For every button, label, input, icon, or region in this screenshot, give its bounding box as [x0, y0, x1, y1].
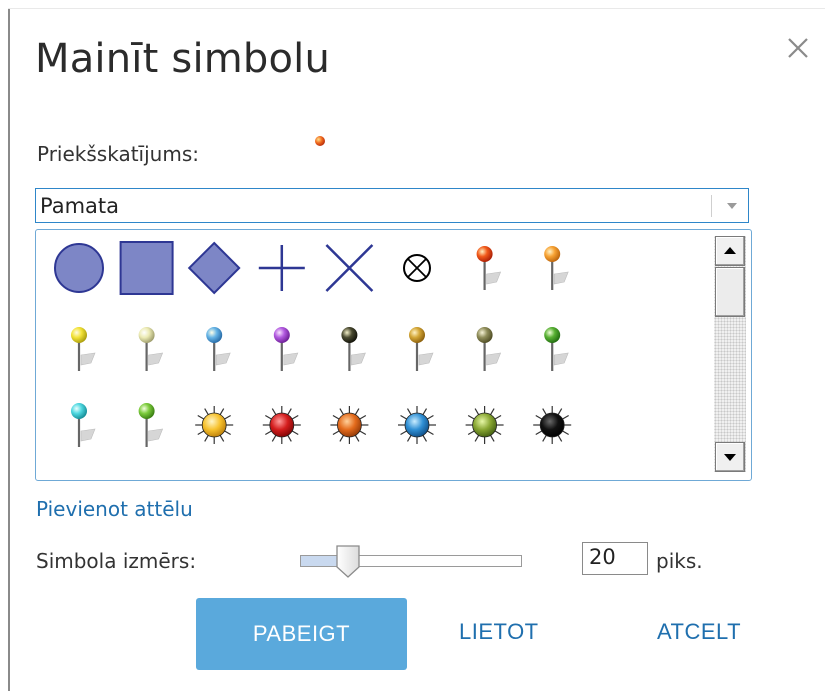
finish-button[interactable]: PABEIGT	[196, 598, 407, 670]
chevron-down-icon[interactable]	[724, 200, 740, 212]
size-unit-label: piks.	[656, 549, 703, 573]
symbol-category-select[interactable]: Pamata	[35, 188, 749, 223]
apply-button[interactable]: LIETOT	[459, 619, 539, 645]
add-image-link[interactable]: Pievienot attēlu	[36, 497, 193, 521]
change-symbol-dialog: Mainīt simbolu Priekšskatījums: Pamata P…	[0, 0, 825, 691]
symbol-size-input[interactable]: 20	[582, 542, 648, 575]
square-symbol[interactable]	[119, 241, 174, 295]
dialog-left-border	[8, 8, 10, 691]
triangle-up-icon	[724, 247, 736, 254]
scroll-up-button[interactable]	[715, 236, 745, 266]
select-divider	[711, 195, 712, 217]
preview-symbol-icon	[315, 136, 325, 146]
slider-handle[interactable]	[334, 544, 362, 579]
dialog-title: Mainīt simbolu	[35, 36, 331, 82]
symbol-size-label: Simbola izmērs:	[36, 549, 197, 573]
preview-label: Priekšskatījums:	[37, 142, 199, 166]
scroll-down-button[interactable]	[715, 442, 745, 472]
triangle-down-icon	[724, 454, 736, 461]
cancel-button[interactable]: ATCELT	[657, 619, 741, 645]
dialog-top-border	[8, 8, 825, 9]
close-icon[interactable]	[780, 30, 816, 66]
circle-x-symbol[interactable]	[403, 254, 431, 282]
symbol-category-value: Pamata	[40, 194, 120, 218]
scroll-thumb[interactable]	[715, 267, 745, 317]
circle-symbol[interactable]	[54, 243, 104, 293]
